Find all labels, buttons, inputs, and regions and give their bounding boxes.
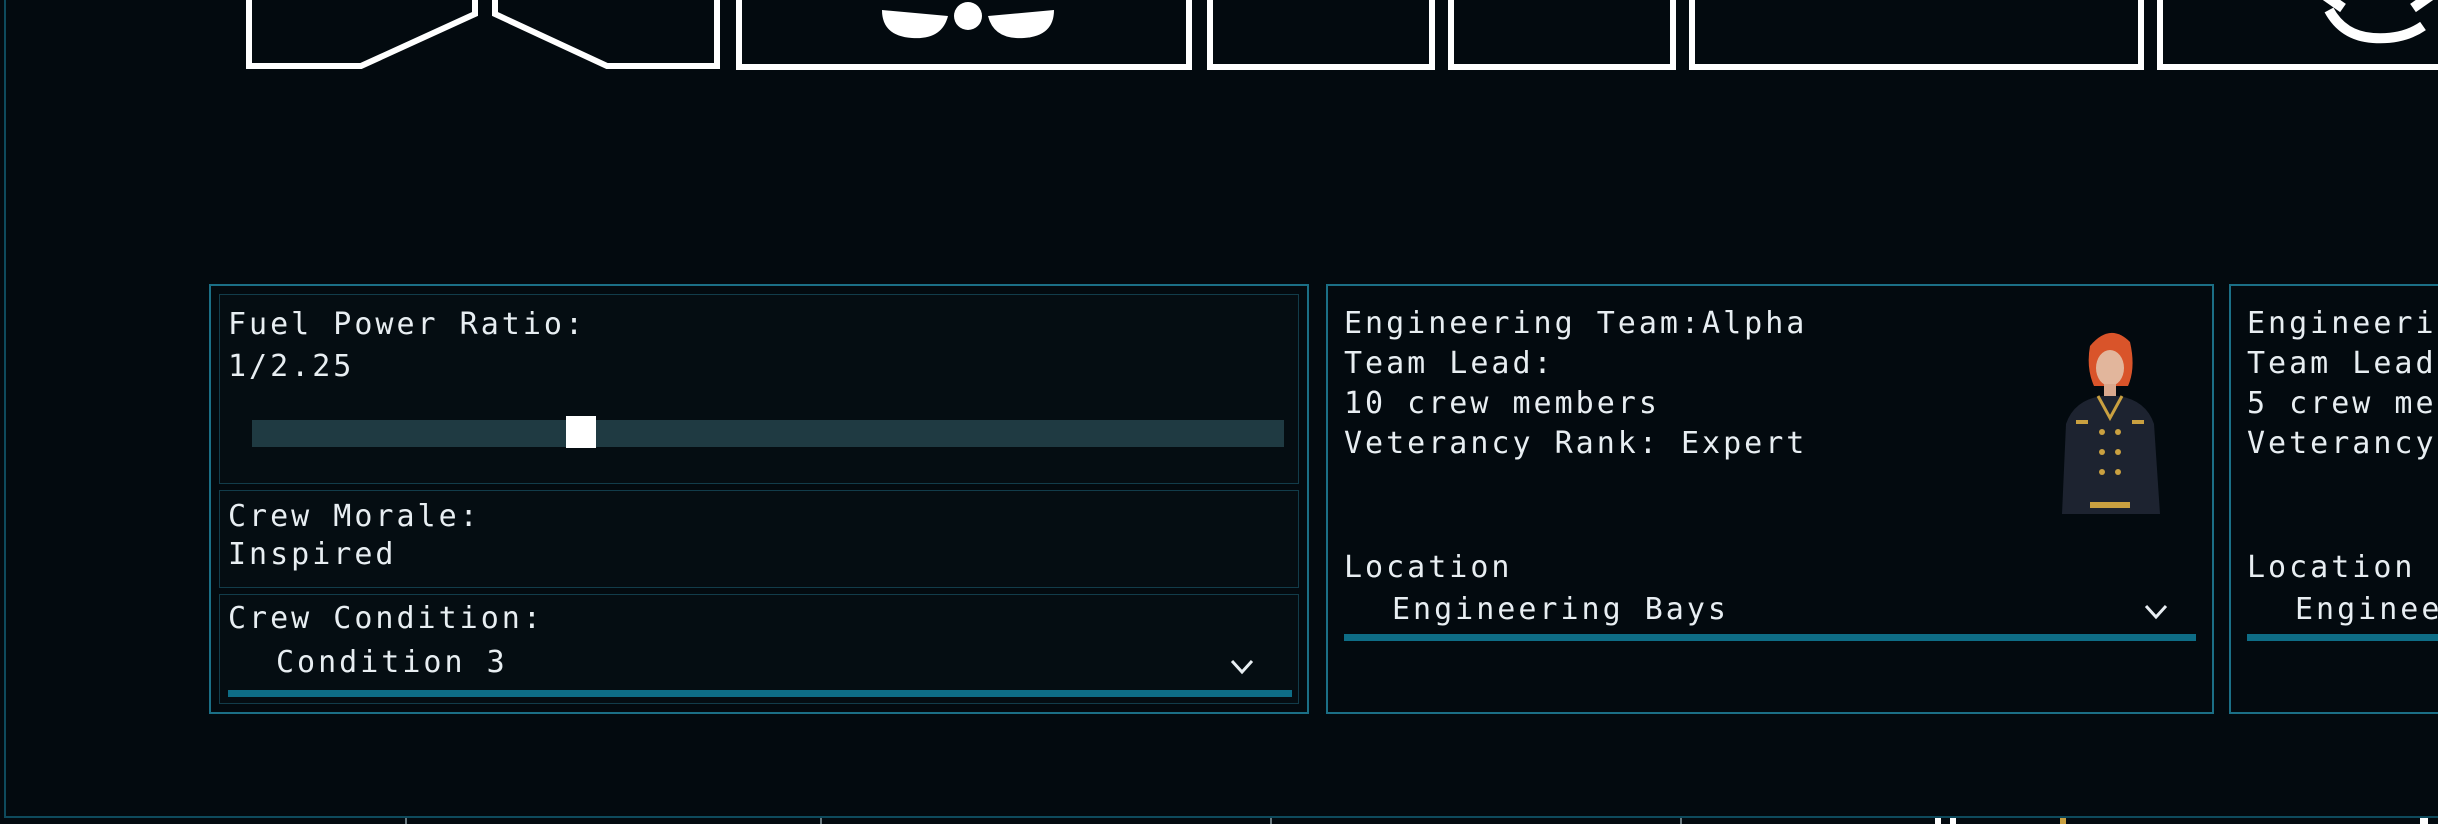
dropdown-underline [2247, 634, 2438, 641]
department-button-6[interactable] [1689, 0, 2144, 70]
chevron-down-icon [2144, 604, 2168, 620]
team-lead-label: Team Lead: [1344, 346, 1555, 381]
dropdown-underline [1344, 634, 2196, 641]
crew-condition-section: Crew Condition: Condition 3 [219, 594, 1299, 704]
team-lead-label: Team Lead: [2247, 346, 2438, 381]
location-dropdown[interactable]: Engineering Bays [1344, 590, 2196, 642]
fuel-power-ratio-label: Fuel Power Ratio: [228, 307, 587, 342]
crew-status-panel: Fuel Power Ratio: 1/2.25 Crew Morale: In… [209, 284, 1309, 714]
location-dropdown[interactable]: Enginee [2247, 590, 2438, 642]
fuel-ratio-slider-handle[interactable] [566, 416, 596, 448]
chevron-down-icon [1230, 659, 1254, 675]
location-selected: Enginee [2295, 592, 2438, 627]
team-crew-count: 10 crew members [1344, 386, 1660, 421]
team-veterancy-rank: Veterancy Rank: Expert [1344, 426, 1808, 461]
team-veterancy-rank: Veterancy [2247, 426, 2437, 461]
crew-morale-label: Crew Morale: [228, 499, 481, 534]
fuel-ratio-section: Fuel Power Ratio: 1/2.25 [219, 294, 1299, 484]
hex-icon [492, 0, 720, 69]
department-button-3[interactable] [736, 0, 1192, 70]
team-title: Engineering Team:Alpha [1344, 306, 1808, 341]
crew-condition-dropdown[interactable]: Condition 3 [228, 643, 1292, 697]
team-crew-count: 5 crew mem [2247, 386, 2438, 421]
frame-left-border [4, 0, 6, 816]
dropdown-underline [228, 690, 1292, 697]
department-button-4[interactable] [1207, 0, 1435, 70]
crew-condition-selected: Condition 3 [276, 645, 508, 680]
department-button-5[interactable] [1448, 0, 1676, 70]
department-button-7[interactable] [2157, 0, 2438, 70]
helm-wheel-icon [2322, 0, 2434, 44]
department-button-2[interactable] [492, 0, 720, 70]
fuel-power-ratio-value: 1/2.25 [228, 349, 355, 384]
location-selected: Engineering Bays [1392, 592, 1729, 627]
team-lead-portrait [2050, 324, 2170, 514]
crew-morale-value: Inspired [228, 537, 397, 572]
fuel-ratio-slider[interactable] [252, 420, 1284, 447]
radiation-icon [882, 2, 1054, 39]
location-label: Location [2247, 550, 2416, 585]
hex-icon [246, 0, 478, 69]
crew-condition-label: Crew Condition: [228, 601, 544, 636]
engineering-team-card-partial: Engineerin Team Lead: 5 crew mem Veteran… [2229, 284, 2438, 714]
team-title: Engineerin [2247, 306, 2438, 341]
location-label: Location [1344, 550, 1513, 585]
department-button-1[interactable] [246, 0, 478, 70]
crew-morale-section: Crew Morale: Inspired [219, 490, 1299, 588]
engineering-team-alpha-card: Engineering Team:Alpha Team Lead: 10 cre… [1326, 284, 2214, 714]
bottom-tick-strip [0, 818, 2438, 824]
